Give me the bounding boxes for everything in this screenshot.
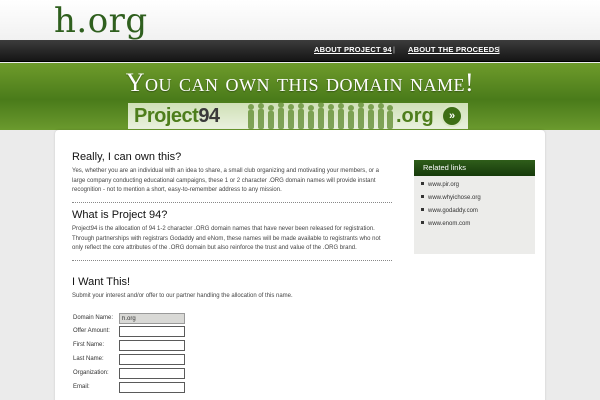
- nav-about-the-proceeds[interactable]: ABOUT THE PROCEEDS: [408, 45, 500, 54]
- divider: [72, 202, 392, 203]
- form-row-organization: Organization:: [72, 368, 272, 380]
- form-row-email: Email:: [72, 382, 272, 394]
- crowd-silhouette-icon: [248, 102, 393, 129]
- section-text-own: Yes, whether you are an individual with …: [72, 168, 379, 194]
- nav-about-project-94[interactable]: ABOUT PROJECT 94: [314, 45, 392, 54]
- banner: You can own this domain name! Project94 …: [0, 63, 600, 130]
- org-word: .org: [396, 105, 434, 127]
- domain-name-field[interactable]: [119, 313, 185, 324]
- section-title-what: What is Project 94?: [72, 209, 168, 221]
- field-label: Organization:: [73, 370, 109, 376]
- link-label[interactable]: www.whyichose.org: [428, 195, 481, 201]
- form-row-first-name: First Name:: [72, 340, 272, 352]
- section-text-what: Project94 is the allocation of 94 1-2 ch…: [72, 226, 381, 252]
- header: h.org: [0, 0, 600, 41]
- project-word: Project: [134, 105, 199, 127]
- divider: [72, 260, 392, 261]
- sidebar-link-whyichose[interactable]: www.whyichose.org: [421, 194, 481, 201]
- section-title-want: I Want This!: [72, 276, 131, 288]
- section-text-want: Submit your interest and/or offer to our…: [72, 293, 293, 299]
- bullet-icon: [421, 194, 424, 198]
- banner-headline: You can own this domain name!: [125, 68, 475, 97]
- form-row-offer-amount: Offer Amount:: [72, 326, 272, 338]
- form-row-domain-name: Domain Name:: [72, 313, 272, 325]
- form-row-last-name: Last Name:: [72, 354, 272, 366]
- related-links-title: Related links: [414, 160, 535, 176]
- sidebar-link-pir[interactable]: www.pir.org: [421, 181, 459, 188]
- bullet-icon: [421, 207, 424, 211]
- field-label: Domain Name:: [73, 315, 114, 321]
- nav-separator: |: [393, 45, 395, 54]
- main-card: Really, I can own this? Yes, whether you…: [55, 130, 545, 400]
- sidebar-link-godaddy[interactable]: www.godaddy.com: [421, 207, 478, 214]
- field-label: Last Name:: [73, 356, 104, 362]
- link-label[interactable]: www.pir.org: [428, 182, 459, 188]
- email-field[interactable]: [119, 382, 185, 393]
- arrow-badge-icon: »: [441, 105, 463, 127]
- section-title-own: Really, I can own this?: [72, 151, 182, 163]
- related-links-panel: Related links www.pir.org www.whyichose.…: [414, 160, 535, 254]
- project94-logo: Project94: [134, 105, 220, 128]
- field-label: Email:: [73, 384, 90, 390]
- bullet-icon: [421, 220, 424, 224]
- first-name-field[interactable]: [119, 340, 185, 351]
- nav-bar: ABOUT PROJECT 94 | ABOUT THE PROCEEDS |: [0, 40, 600, 62]
- bullet-icon: [421, 181, 424, 185]
- last-name-field[interactable]: [119, 354, 185, 365]
- offer-amount-field[interactable]: [119, 326, 185, 337]
- field-label: First Name:: [73, 342, 105, 348]
- link-label[interactable]: www.godaddy.com: [428, 208, 478, 214]
- sidebar-link-enom[interactable]: www.enom.com: [421, 220, 470, 227]
- site-logo[interactable]: h.org: [54, 1, 148, 41]
- field-label: Offer Amount:: [73, 328, 110, 334]
- project-number: 94: [198, 105, 220, 127]
- organization-field[interactable]: [119, 368, 185, 379]
- nav-separator: |: [498, 45, 500, 54]
- link-label[interactable]: www.enom.com: [428, 221, 470, 227]
